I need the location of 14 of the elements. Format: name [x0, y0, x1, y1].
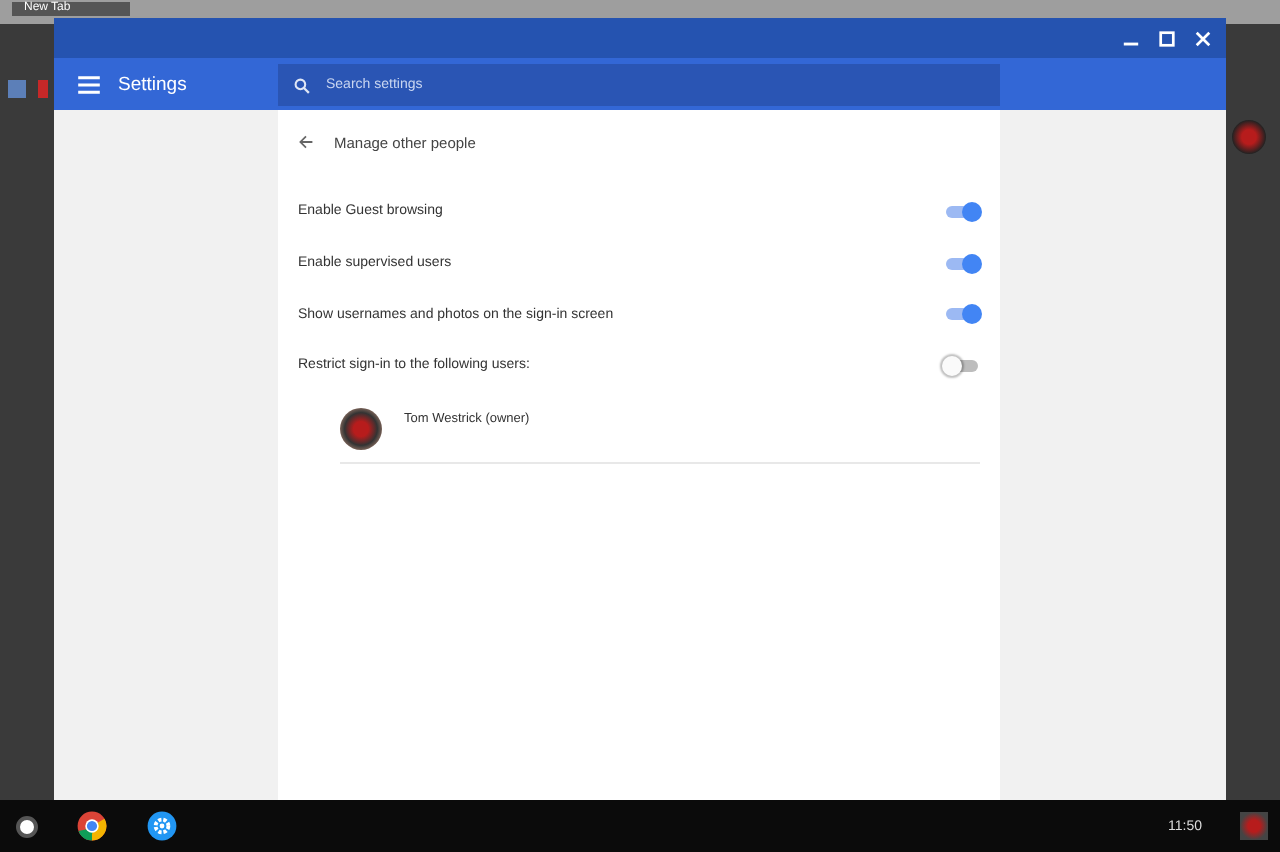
close-icon[interactable]: [1194, 29, 1212, 47]
app-title: Settings: [118, 73, 187, 95]
toggle-switch[interactable]: [946, 205, 978, 218]
chrome-icon[interactable]: [76, 810, 108, 842]
toggle-switch[interactable]: [946, 359, 978, 372]
user-avatar: [340, 407, 382, 450]
toggle-switch[interactable]: [946, 257, 978, 270]
back-arrow-icon[interactable]: [298, 134, 314, 150]
toggle-switch[interactable]: [946, 308, 978, 321]
launcher-icon[interactable]: [16, 815, 38, 837]
profile-avatar[interactable]: [1232, 120, 1266, 154]
maximize-icon[interactable]: [1158, 29, 1176, 47]
menu-icon[interactable]: [78, 75, 100, 93]
gear-icon[interactable]: [146, 810, 178, 842]
